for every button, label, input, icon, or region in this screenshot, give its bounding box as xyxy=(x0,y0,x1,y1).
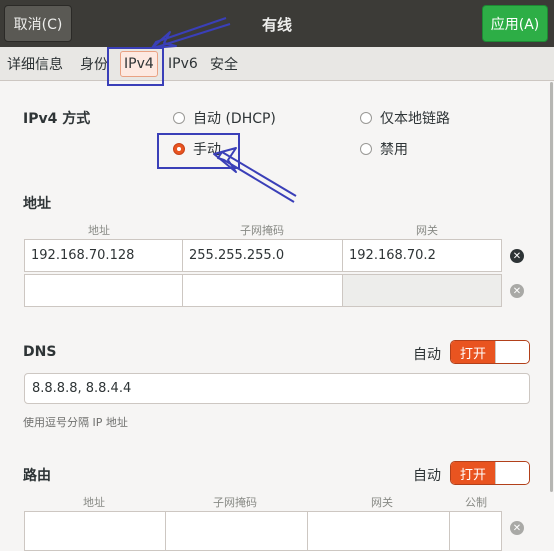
annotation-arrow-to-manual xyxy=(217,151,297,203)
annotation-arrows xyxy=(151,17,297,203)
